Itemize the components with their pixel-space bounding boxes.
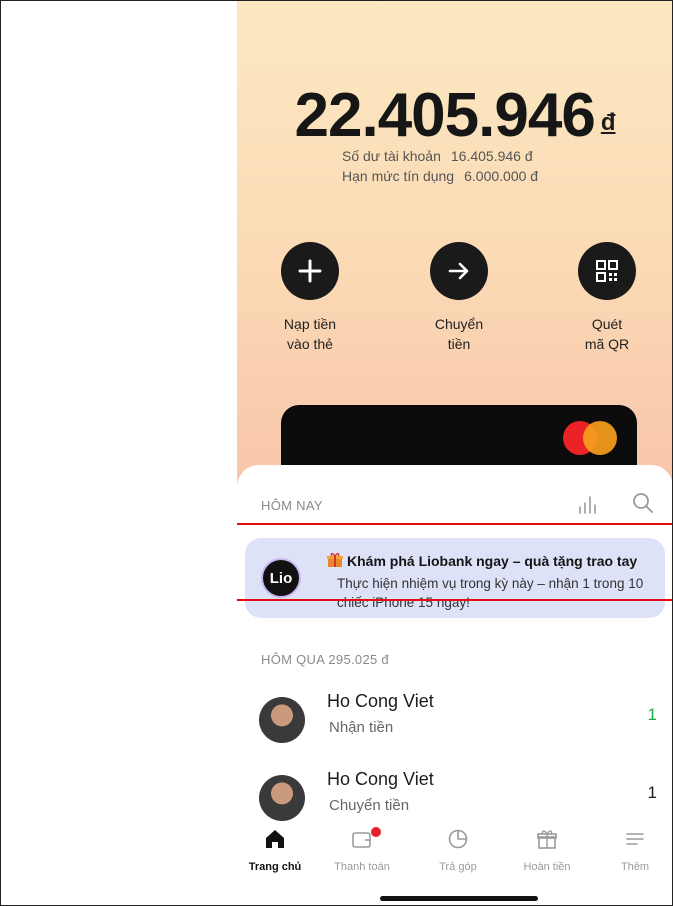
- transaction-name: Ho Cong Viet: [327, 769, 434, 789]
- yesterday-section-title: HÔM QUA 295.025 đ: [261, 652, 389, 667]
- qr-icon: [578, 242, 636, 300]
- balance-currency: đ: [600, 109, 616, 136]
- credit-limit-value: 6.000.000 đ: [464, 168, 539, 184]
- credit-limit-row: Hạn mức tín dụng 6.000.000 đ: [342, 168, 538, 184]
- tab-payments-label: Thanh toán: [334, 861, 390, 873]
- account-balance-value: 16.405.946 đ: [450, 148, 533, 164]
- mastercard-logo: [563, 421, 617, 455]
- top-up-card-button[interactable]: Nạp tiền vào thẻ: [260, 242, 360, 354]
- tab-more[interactable]: Thêm: [595, 828, 673, 873]
- avatar: [259, 775, 305, 821]
- highlight-outline: [237, 523, 673, 601]
- tab-installments-label: Trả góp: [439, 861, 477, 873]
- avatar: [259, 697, 305, 743]
- tab-home-label: Trang chủ: [248, 861, 302, 873]
- search-icon[interactable]: [631, 491, 655, 520]
- plus-icon: [281, 242, 339, 300]
- tab-installments[interactable]: Trả góp: [418, 828, 498, 873]
- transfer-button[interactable]: Chuyển tiền: [409, 242, 509, 354]
- home-indicator[interactable]: [380, 896, 538, 901]
- scan-qr-button[interactable]: Quét mã QR: [557, 242, 657, 354]
- credit-limit-label: Hạn mức tín dụng: [342, 168, 455, 184]
- tab-cashback-label: Hoàn tiền: [523, 861, 571, 873]
- transaction-amount: 1: [647, 705, 657, 724]
- transaction-type: Nhận tiền: [329, 719, 394, 736]
- tab-payments[interactable]: Thanh toán: [322, 827, 402, 873]
- arrow-right-icon: [430, 242, 488, 300]
- account-balance-row: Số dư tài khoản 16.405.946 đ: [342, 148, 533, 164]
- notification-dot: [371, 827, 381, 837]
- top-up-card-label: Nạp tiền vào thẻ: [283, 316, 337, 352]
- balance-amount: 22.405.946: [294, 81, 596, 150]
- transaction-name: Ho Cong Viet: [327, 691, 434, 711]
- phone-screen: 22.405.946 đ Số dư tài khoản 16.405.946 đ…: [237, 0, 673, 906]
- tab-home[interactable]: Trang chủ: [237, 828, 315, 873]
- home-icon: [266, 830, 284, 848]
- today-section-title: HÔM NAY: [261, 498, 323, 513]
- pie-chart-icon: [448, 829, 468, 849]
- balance-display: 22.405.946 đ: [237, 80, 673, 151]
- scan-qr-label: Quét mã QR: [584, 316, 630, 352]
- bottom-tab-bar: Trang chủ Thanh toán Trả góp Hoàn tiền T…: [237, 822, 673, 906]
- gift-icon: [537, 830, 557, 849]
- bar-chart-icon[interactable]: [577, 493, 599, 520]
- transaction-amount: 1: [647, 783, 657, 802]
- account-balance-label: Số dư tài khoản: [342, 148, 441, 164]
- transaction-row[interactable]: Ho Cong Viet Nhận tiền 1: [237, 687, 673, 757]
- transfer-label: Chuyển tiền: [434, 316, 484, 352]
- menu-icon: [626, 833, 644, 845]
- tab-cashback[interactable]: Hoàn tiền: [507, 828, 587, 873]
- transaction-type: Chuyển tiền: [329, 797, 410, 814]
- tab-more-label: Thêm: [620, 861, 650, 873]
